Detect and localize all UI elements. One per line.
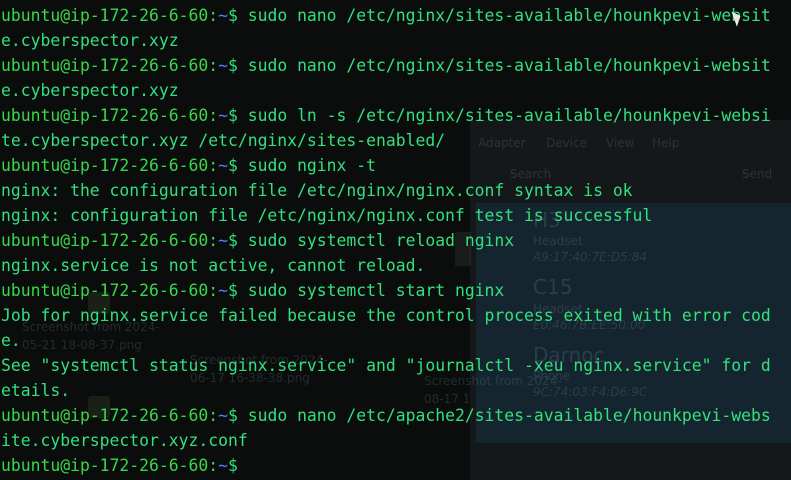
output-line: nginx.service is not active, cannot relo… [1, 253, 791, 278]
output-text: e.cyberspector.xyz [1, 31, 179, 50]
output-text: ite.cyberspector.xyz.conf [1, 431, 248, 450]
output-line: e.cyberspector.xyz [1, 28, 791, 53]
prompt-symbol: $ [227, 231, 238, 250]
output-line: Job for nginx.service failed because the… [1, 303, 791, 328]
prompt-separator: : [208, 456, 219, 475]
prompt-user: ubuntu@ip-172-26-6-60 [1, 6, 209, 25]
command-text: sudo nano /etc/nginx/sites-available/hou… [237, 56, 771, 75]
output-line: See "systemctl status nginx.service" and… [1, 353, 791, 378]
output-line: nginx: the configuration file /etc/nginx… [1, 178, 791, 203]
prompt-symbol: $ [227, 106, 238, 125]
output-text: nginx: the configuration file /etc/nginx… [1, 181, 633, 200]
command-text: sudo nano /etc/apache2/sites-available/h… [237, 406, 771, 425]
output-line: nginx: configuration file /etc/nginx/ngi… [1, 203, 791, 228]
prompt-line: ubuntu@ip-172-26-6-60:~$ sudo nano /etc/… [1, 3, 791, 28]
output-text: nginx: configuration file /etc/nginx/ngi… [1, 206, 653, 225]
prompt-user: ubuntu@ip-172-26-6-60 [1, 456, 209, 475]
command-text: sudo nano /etc/nginx/sites-available/hou… [237, 6, 771, 25]
prompt-separator: : [208, 56, 219, 75]
prompt-user: ubuntu@ip-172-26-6-60 [1, 231, 209, 250]
output-text: nginx.service is not active, cannot relo… [1, 256, 426, 275]
prompt-line: ubuntu@ip-172-26-6-60:~$ sudo nginx -t [1, 153, 791, 178]
prompt-user: ubuntu@ip-172-26-6-60 [1, 281, 209, 300]
output-text: e. [1, 331, 21, 350]
prompt-path: ~ [218, 406, 228, 425]
prompt-user: ubuntu@ip-172-26-6-60 [1, 406, 209, 425]
output-text: etails. [1, 381, 71, 400]
prompt-path: ~ [218, 281, 228, 300]
command-text: sudo ln -s /etc/nginx/sites-available/ho… [237, 106, 771, 125]
output-text: Job for nginx.service failed because the… [1, 306, 771, 325]
prompt-symbol: $ [227, 281, 238, 300]
command-text: sudo systemctl start nginx [237, 281, 505, 300]
output-line: te.cyberspector.xyz /etc/nginx/sites-ena… [1, 128, 791, 153]
output-text: e.cyberspector.xyz [1, 81, 179, 100]
output-line: ite.cyberspector.xyz.conf [1, 428, 791, 453]
prompt-symbol: $ [227, 456, 238, 475]
output-text: See "systemctl status nginx.service" and… [1, 356, 771, 375]
prompt-path: ~ [218, 106, 228, 125]
prompt-user: ubuntu@ip-172-26-6-60 [1, 156, 209, 175]
prompt-symbol: $ [227, 6, 238, 25]
prompt-symbol: $ [227, 406, 238, 425]
prompt-user: ubuntu@ip-172-26-6-60 [1, 56, 209, 75]
prompt-user: ubuntu@ip-172-26-6-60 [1, 106, 209, 125]
output-line: etails. [1, 378, 791, 403]
prompt-line: ubuntu@ip-172-26-6-60:~$ sudo ln -s /etc… [1, 103, 791, 128]
prompt-separator: : [208, 406, 219, 425]
prompt-separator: : [208, 281, 219, 300]
prompt-separator: : [208, 231, 219, 250]
prompt-separator: : [208, 156, 219, 175]
prompt-line: ubuntu@ip-172-26-6-60:~$ sudo nano /etc/… [1, 53, 791, 78]
output-line: e. [1, 328, 791, 353]
prompt-symbol: $ [227, 156, 238, 175]
prompt-symbol: $ [227, 56, 238, 75]
prompt-path: ~ [218, 56, 228, 75]
prompt-line: ubuntu@ip-172-26-6-60:~$ [1, 453, 791, 478]
prompt-separator: : [208, 106, 219, 125]
prompt-line: ubuntu@ip-172-26-6-60:~$ sudo systemctl … [1, 278, 791, 303]
prompt-separator: : [208, 6, 219, 25]
prompt-path: ~ [218, 6, 228, 25]
output-line: e.cyberspector.xyz [1, 78, 791, 103]
command-text: sudo systemctl reload nginx [237, 231, 515, 250]
prompt-line: ubuntu@ip-172-26-6-60:~$ sudo nano /etc/… [1, 403, 791, 428]
command-text: sudo nginx -t [237, 156, 377, 175]
prompt-line: ubuntu@ip-172-26-6-60:~$ sudo systemctl … [1, 228, 791, 253]
prompt-path: ~ [218, 156, 228, 175]
prompt-path: ~ [218, 456, 228, 475]
terminal-output[interactable]: ubuntu@ip-172-26-6-60:~$ sudo nano /etc/… [0, 0, 791, 480]
prompt-path: ~ [218, 231, 228, 250]
output-text: te.cyberspector.xyz /etc/nginx/sites-ena… [1, 131, 446, 150]
text-cursor [238, 458, 247, 476]
